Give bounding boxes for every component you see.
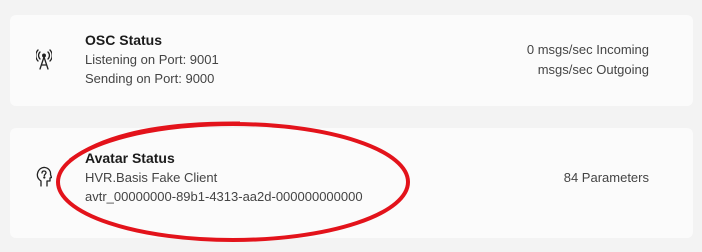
sending-port-text: Sending on Port: 9000	[85, 71, 215, 86]
outgoing-rate-text: msgs/sec Outgoing	[537, 62, 649, 77]
avatar-head-icon	[36, 166, 53, 188]
avatar-status-card: Avatar Status HVR.Basis Fake Client avtr…	[10, 128, 693, 238]
avatar-id-text: avtr_00000000-89b1-4313-aa2d-00000000000…	[85, 189, 363, 204]
client-name-text: HVR.Basis Fake Client	[85, 170, 218, 185]
osc-status-title: OSC Status	[85, 32, 163, 48]
incoming-rate-text: 0 msgs/sec Incoming	[526, 42, 649, 57]
antenna-icon	[35, 49, 53, 71]
parameter-count-text: 84 Parameters	[563, 170, 649, 185]
osc-status-card: OSC Status Listening on Port: 9001 Sendi…	[10, 15, 693, 106]
avatar-status-title: Avatar Status	[85, 150, 175, 166]
listening-port-text: Listening on Port: 9001	[85, 52, 219, 67]
